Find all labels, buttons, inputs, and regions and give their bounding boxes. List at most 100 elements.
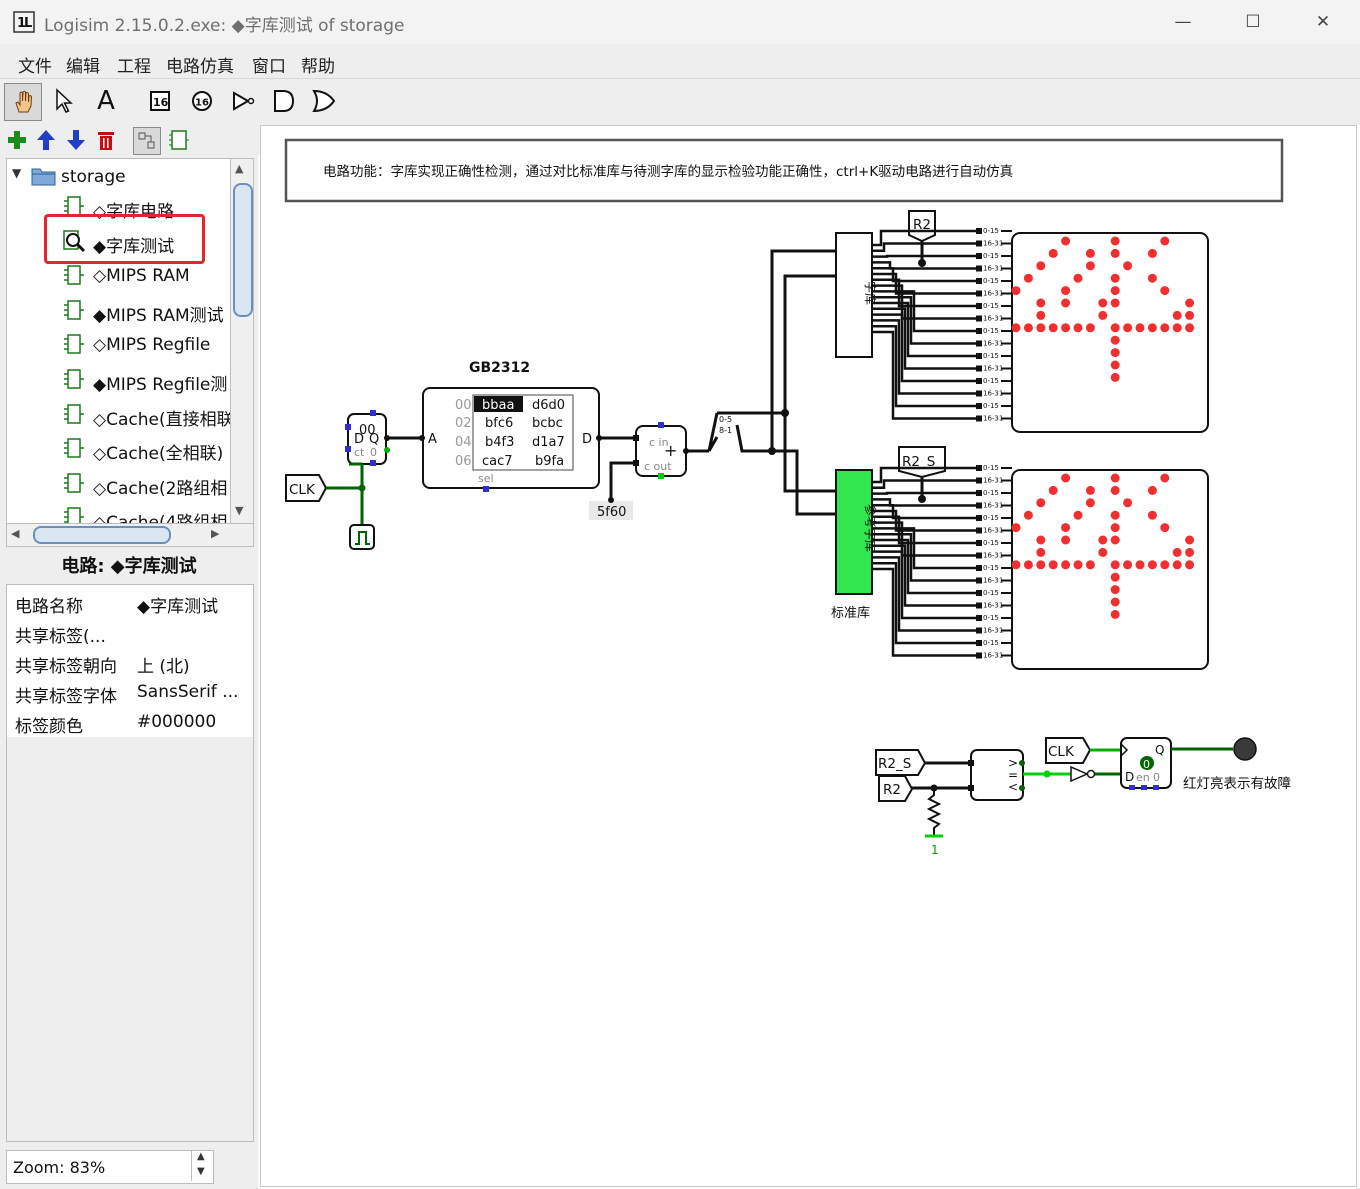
move-down-icon[interactable] — [66, 129, 86, 151]
rom-addr: 00 — [455, 398, 472, 413]
led-dot — [1061, 323, 1071, 333]
arrow-select-icon[interactable] — [46, 83, 82, 119]
property-value[interactable]: SansSerif ... — [137, 682, 238, 702]
register-q: Q — [1155, 743, 1164, 757]
led-dot — [1048, 485, 1058, 495]
wire-junction — [419, 435, 425, 441]
led-dot — [1147, 560, 1157, 570]
property-value[interactable]: 上 (北) — [137, 652, 190, 677]
wire-junction — [1043, 770, 1051, 778]
fault-led[interactable] — [1233, 737, 1257, 761]
splitter[interactable] — [707, 412, 719, 452]
hand-poke-icon[interactable] — [4, 83, 42, 121]
scroll-thumb[interactable] — [233, 183, 253, 317]
r2-label-2: R2 — [883, 782, 901, 798]
bus-pin — [976, 527, 982, 534]
counter-zero-label: 0 — [370, 446, 377, 459]
and-gate-icon[interactable] — [266, 83, 302, 119]
led-dot — [1085, 248, 1095, 258]
toolbar: A 16 16 — [0, 79, 1360, 125]
tree-item-label: ◇Cache(2路组相 — [93, 478, 228, 499]
split-low-label: 0-5 — [719, 415, 732, 424]
close-button[interactable]: ✕ — [1300, 6, 1346, 38]
scroll-right-icon[interactable]: ▶ — [211, 527, 219, 540]
bus-label: 0-15 — [983, 227, 999, 235]
clock-component[interactable] — [349, 524, 375, 550]
property-row[interactable]: 共享标签(... — [7, 617, 253, 647]
led-dot — [1172, 547, 1182, 557]
layout-view-icon[interactable] — [133, 127, 161, 155]
output-pin-icon[interactable]: 16 — [184, 83, 220, 119]
bus-pin — [976, 552, 982, 559]
minimize-button[interactable]: — — [1160, 6, 1206, 38]
pull-resistor[interactable] — [926, 788, 942, 836]
property-value[interactable]: ◆字库测试 — [137, 592, 218, 617]
tree-horizontal-scrollbar[interactable]: ◀ ▶ — [6, 523, 254, 547]
led-dot — [1110, 323, 1120, 333]
bus-pin — [976, 640, 982, 646]
register-value: 0 — [1143, 758, 1150, 771]
wire-junction — [608, 497, 614, 503]
menu-file[interactable]: 文件 — [18, 52, 52, 77]
property-row[interactable]: 标签颜色 #000000 — [7, 707, 253, 737]
zoom-spinner[interactable]: ▲ ▼ — [191, 1151, 212, 1181]
led-dot — [1172, 310, 1182, 320]
led-dot — [1110, 609, 1120, 619]
zoom-down-icon[interactable]: ▼ — [197, 1166, 205, 1177]
appearance-view-icon[interactable] — [168, 128, 190, 152]
tree-item-circuit[interactable]: ◇MIPS RAM — [7, 260, 231, 290]
wire-junction — [781, 409, 789, 417]
menu-edit[interactable]: 编辑 — [66, 52, 100, 77]
property-value[interactable]: #000000 — [137, 712, 216, 732]
adder-cout: c out — [644, 460, 672, 473]
led-dot — [1135, 323, 1145, 333]
not-gate-icon[interactable] — [226, 83, 262, 119]
tree-item-circuit[interactable]: ◇Cache(2路组相 — [7, 468, 231, 499]
tree-item-circuit[interactable]: ◇Cache(直接相联 — [7, 399, 231, 430]
zoom-control[interactable]: Zoom: 83% ▲ ▼ — [6, 1150, 214, 1184]
logisim-app-icon: 1 L — [13, 11, 35, 33]
description-text: 电路功能：字库实现正确性检测，通过对比标准库与待测字库的显示检验功能正确性，ct… — [323, 164, 1013, 180]
led-dot — [1036, 547, 1046, 557]
delete-circuit-icon[interactable] — [96, 129, 116, 151]
property-row[interactable]: 电路名称 ◆字库测试 — [7, 587, 253, 617]
bus-pin — [976, 278, 982, 284]
input-pin-icon[interactable]: 16 — [142, 83, 178, 119]
bus-label: 0-15 — [983, 352, 999, 360]
add-circuit-icon[interactable] — [6, 129, 28, 151]
text-tool-icon[interactable]: A — [88, 83, 124, 119]
menu-help[interactable]: 帮助 — [301, 52, 335, 77]
property-row[interactable]: 共享标签朝向上 (北) — [7, 647, 253, 677]
led-dot — [1036, 310, 1046, 320]
led-dot — [1185, 560, 1195, 570]
move-up-icon[interactable] — [36, 129, 56, 151]
led-dot — [1160, 560, 1170, 570]
led-dot — [1085, 560, 1095, 570]
scroll-left-icon[interactable]: ◀ — [11, 527, 19, 540]
property-row[interactable]: 共享标签字体 SansSerif ... — [7, 677, 253, 707]
zoom-up-icon[interactable]: ▲ — [197, 1151, 205, 1162]
tree-item-circuit[interactable]: ◇Cache(4路组相 — [7, 502, 231, 524]
expand-arrow-icon[interactable]: ▼ — [12, 166, 21, 180]
scroll-down-icon[interactable]: ▼ — [235, 504, 243, 517]
wire-junction — [918, 259, 926, 267]
hscroll-thumb[interactable] — [33, 526, 171, 544]
circuit-drawing[interactable]: 电路功能：字库实现正确性检测，通过对比标准库与待测字库的显示检验功能正确性，ct… — [261, 126, 1356, 1186]
led-dot — [1110, 597, 1120, 607]
menu-project[interactable]: 工程 — [117, 52, 151, 77]
or-gate-icon[interactable] — [306, 83, 342, 119]
tree-item-circuit[interactable]: ◆MIPS RAM测试 — [7, 295, 231, 326]
circuit-canvas[interactable]: 电路功能：字库实现正确性检测，通过对比标准库与待测字库的显示检验功能正确性，ct… — [260, 125, 1357, 1187]
properties-title: 电路: ◆字库测试 — [61, 556, 197, 577]
tree-item-circuit[interactable]: ◇MIPS Regfile — [7, 329, 231, 359]
tree-item-circuit[interactable]: ◆MIPS Regfile测 — [7, 364, 231, 395]
maximize-button[interactable]: ☐ — [1230, 6, 1276, 38]
bus-pin — [976, 515, 982, 521]
not-gate[interactable] — [1070, 765, 1089, 783]
tree-item-circuit[interactable]: ◇Cache(全相联) — [7, 433, 231, 464]
tree-root-storage[interactable]: ▼ storage — [7, 161, 231, 191]
scroll-up-icon[interactable]: ▲ — [235, 162, 243, 175]
menu-window[interactable]: 窗口 — [252, 52, 286, 77]
tree-vertical-scrollbar[interactable]: ▲ ▼ — [230, 158, 254, 525]
menu-simulate[interactable]: 电路仿真 — [166, 52, 234, 77]
